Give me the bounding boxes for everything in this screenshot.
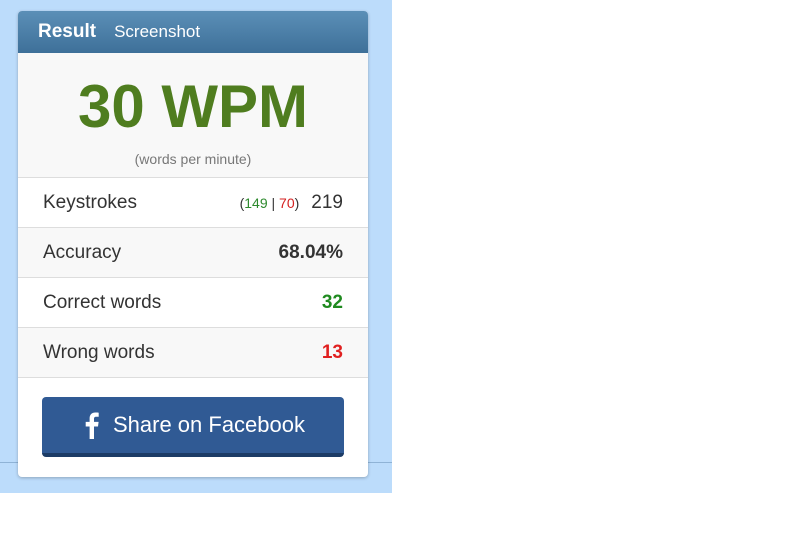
wrong-words-row: Wrong words 13 (18, 328, 368, 378)
share-section: Share on Facebook (18, 378, 368, 457)
accuracy-row: Accuracy 68.04% (18, 228, 368, 278)
accuracy-value: 68.04% (278, 241, 343, 263)
keystrokes-label: Keystrokes (43, 191, 137, 213)
card-header: Result Screenshot (18, 11, 368, 53)
keystrokes-separator: | (267, 194, 280, 211)
correct-words-value: 32 (321, 291, 343, 313)
keystrokes-close-paren: ) (294, 194, 300, 211)
keystrokes-correct: 149 (244, 194, 268, 211)
wrong-words-value: 13 (321, 341, 343, 363)
keystrokes-value: (149 | 70) 219 (240, 192, 343, 214)
result-card: Result Screenshot 30 WPM (words per minu… (18, 11, 368, 477)
correct-words-row: Correct words 32 (18, 278, 368, 328)
keystrokes-row: Keystrokes (149 | 70) 219 (18, 178, 368, 228)
correct-words-label: Correct words (43, 291, 162, 313)
keystrokes-wrong: 70 (279, 194, 295, 211)
wpm-section: 30 WPM (words per minute) (18, 53, 368, 178)
facebook-icon (85, 412, 99, 439)
accuracy-label: Accuracy (43, 241, 122, 263)
share-facebook-button[interactable]: Share on Facebook (42, 397, 344, 457)
wpm-subtitle: (words per minute) (134, 151, 252, 167)
wrong-words-label: Wrong words (43, 341, 155, 363)
tab-result[interactable]: Result (38, 21, 96, 43)
share-facebook-label: Share on Facebook (112, 412, 306, 437)
wpm-value: 30 WPM (77, 73, 309, 140)
keystrokes-breakdown: (149 | 70) (240, 195, 300, 211)
tab-screenshot[interactable]: Screenshot (114, 22, 200, 42)
keystrokes-total: 219 (311, 191, 343, 213)
